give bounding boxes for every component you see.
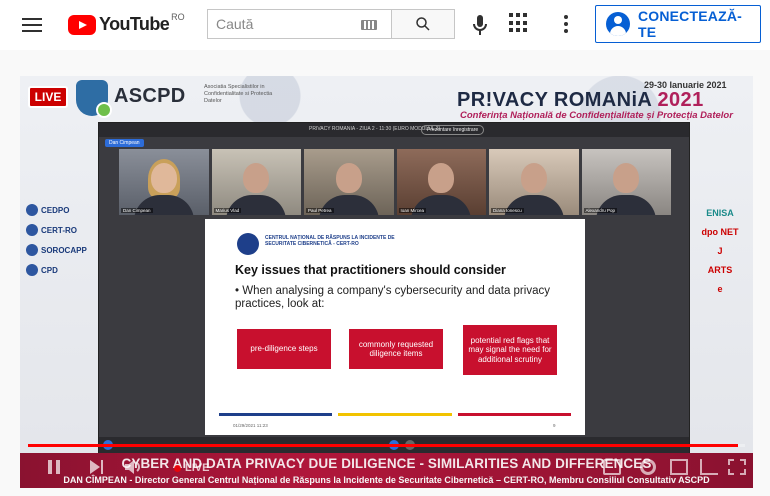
participant-tiles: Dan Cimpean Marius Vlad Paul Petrea Ioan… <box>119 149 671 215</box>
voice-search-button[interactable] <box>468 12 492 38</box>
progress-fill <box>28 444 738 447</box>
volume-icon[interactable] <box>124 459 142 475</box>
event-title: PR!VACY ROMANiA 2021 <box>457 89 704 112</box>
participant-tile: Ioan Mircea <box>396 149 486 215</box>
sponsors-right: ENISA dpo NET J ARTS e <box>692 208 748 294</box>
cast-icon[interactable] <box>700 459 718 475</box>
slide-bar-yellow <box>338 413 452 416</box>
participant-name: Paul Petrea <box>306 208 334 213</box>
sponsor-sorocapp: SOROCAPP <box>26 244 87 256</box>
slide-box-pre-diligence: pre-diligence steps <box>237 329 331 369</box>
search-button[interactable] <box>391 9 455 39</box>
sponsor-cedpo: CEDPO <box>26 204 86 216</box>
signin-button[interactable]: CONECTEAZĂ-TE <box>595 5 761 43</box>
presenter-chip: Dan Cimpean <box>105 139 144 147</box>
participant-name: Marius Vlad <box>213 208 242 213</box>
ascpd-name: ASCPD <box>114 85 186 107</box>
pause-icon[interactable] <box>46 459 62 475</box>
meeting-window: PRIVACY ROMANIA - ZIUA 2 - 11:30 (EURO M… <box>98 122 690 454</box>
slide-box-diligence-items: commonly requested diligence items <box>349 329 443 369</box>
video-player[interactable]: LIVE ASCPD Asociatia Specialistilor in C… <box>20 76 753 488</box>
participant-tile: Alexandru Pop <box>581 149 671 215</box>
slide-bullet: • When analysing a company's cybersecuri… <box>235 285 550 310</box>
slide-bar-red <box>457 413 571 416</box>
next-icon[interactable] <box>88 459 104 475</box>
participant-name: Diana Ionescu <box>491 208 524 213</box>
sponsor-j: J <box>717 246 723 256</box>
youtube-logo[interactable]: YouTube RO <box>68 11 185 35</box>
live-indicator[interactable]: LIVE <box>174 462 209 474</box>
cedpo-logo-icon <box>26 204 38 216</box>
sponsor-dponet: dpo NET <box>701 227 739 237</box>
search-icon <box>416 17 430 31</box>
apps-grid-icon[interactable] <box>509 13 529 33</box>
ascpd-subtitle: Asociatia Specialistilor in Confidential… <box>204 84 273 104</box>
sponsor-cpd: CPD <box>26 264 86 276</box>
event-subtitle: Conferința Națională de Confidențialitat… <box>460 110 733 121</box>
sponsor-enisa: ENISA <box>706 208 734 218</box>
search-input[interactable]: Caută <box>207 9 391 39</box>
participant-tile: Dan Cimpean <box>119 149 209 215</box>
youtube-play-icon <box>68 14 96 35</box>
presentation-slide: CENTRUL NAȚIONAL DE RĂSPUNS LA INCIDENTE… <box>205 219 585 435</box>
live-badge: LIVE <box>28 86 68 108</box>
slide-heading: Key issues that practitioners should con… <box>235 263 506 277</box>
slide-page-number: 9 <box>553 423 556 428</box>
sponsor-arts: ARTS <box>707 265 733 275</box>
slide-color-bars <box>219 413 571 416</box>
participant-name: Alexandru Pop <box>583 208 618 213</box>
cpd-logo-icon <box>26 264 38 276</box>
slide-date: 01/29/2021 11:23 <box>233 423 268 428</box>
fullscreen-icon[interactable] <box>728 459 746 475</box>
cert-ro-logo-icon <box>26 224 38 236</box>
cert-ro-crest-icon <box>237 233 259 255</box>
ascpd-logo-icon <box>76 80 112 118</box>
hamburger-menu-icon[interactable] <box>18 12 46 38</box>
more-options-icon[interactable] <box>558 12 574 36</box>
sponsors-left: CEDPO CERT-RO SOROCAPP CPD <box>26 204 87 276</box>
account-icon <box>606 12 630 36</box>
slide-bar-blue <box>219 413 333 416</box>
sorocapp-logo-icon <box>26 244 38 256</box>
participant-tile: Paul Petrea <box>304 149 394 215</box>
event-title-text: PR!VACY ROMANiA <box>457 89 652 111</box>
theater-mode-icon[interactable] <box>670 459 688 475</box>
captions-icon[interactable] <box>603 459 621 475</box>
progress-bar[interactable] <box>28 444 745 447</box>
slide-org: CENTRUL NAȚIONAL DE RĂSPUNS LA INCIDENTE… <box>265 235 395 247</box>
participant-name: Dan Cimpean <box>121 208 153 213</box>
participant-tile: Marius Vlad <box>211 149 301 215</box>
settings-gear-icon[interactable] <box>640 459 656 475</box>
signin-label: CONECTEAZĂ-TE <box>637 8 743 40</box>
sponsor-e: e <box>717 284 723 294</box>
participant-tile: Diana Ionescu <box>489 149 579 215</box>
presenting-label: Prezentare înregistrare <box>421 125 485 135</box>
region-code: RO <box>171 11 185 22</box>
sponsor-cert-ro: CERT-RO <box>26 224 86 236</box>
search-bar: Caută <box>207 9 455 39</box>
event-year: 2021 <box>657 89 704 111</box>
participant-name: Ioan Mircea <box>398 208 427 213</box>
slide-box-red-flags: potential red flags that may signal the … <box>463 325 557 375</box>
speaker-caption: DAN CÎMPEAN - Director General Centrul N… <box>63 475 710 485</box>
youtube-header: YouTube RO Caută CONECTEAZĂ-TE <box>0 0 770 50</box>
search-placeholder: Caută <box>216 16 254 32</box>
logo-text: YouTube <box>99 14 170 34</box>
keyboard-icon[interactable] <box>361 20 377 30</box>
microphone-icon <box>473 15 487 35</box>
